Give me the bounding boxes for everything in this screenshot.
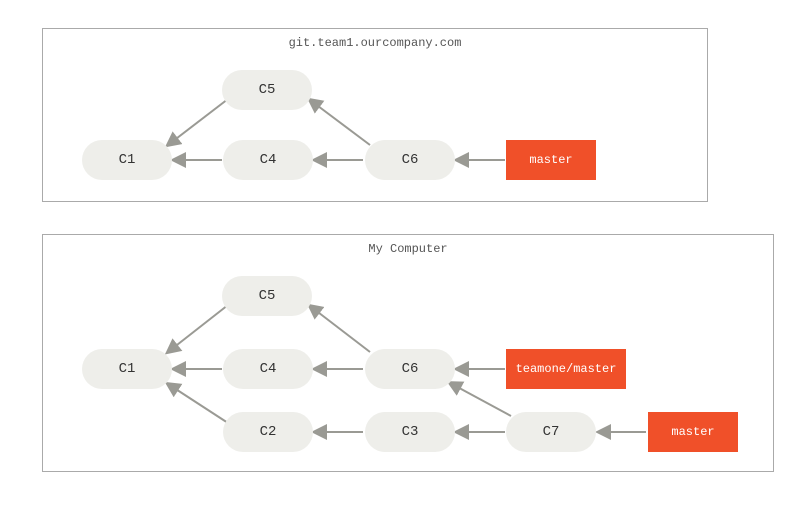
commit-label: C1 [119,152,136,168]
server-commit-c1: C1 [82,140,172,180]
local-commit-c1: C1 [82,349,172,389]
commit-label: C3 [402,424,419,440]
commit-label: C5 [259,288,276,304]
local-commit-c7: C7 [506,412,596,452]
local-branch-master: master [648,412,738,452]
commit-label: C4 [260,361,277,377]
commit-label: C6 [402,152,419,168]
local-commit-c6: C6 [365,349,455,389]
commit-label: C5 [259,82,276,98]
server-commit-c5: C5 [222,70,312,110]
panel-server-title: git.team1.ourcompany.com [42,36,708,50]
server-commit-c6: C6 [365,140,455,180]
diagram-stage: git.team1.ourcompany.com C5 C1 C4 C6 mas… [0,0,800,507]
branch-label: teamone/master [516,362,617,376]
local-commit-c4: C4 [223,349,313,389]
server-commit-c4: C4 [223,140,313,180]
local-commit-c5: C5 [222,276,312,316]
local-commit-c2: C2 [223,412,313,452]
local-commit-c3: C3 [365,412,455,452]
commit-label: C1 [119,361,136,377]
panel-local-title: My Computer [42,242,774,256]
commit-label: C7 [543,424,560,440]
branch-label: master [529,153,572,167]
local-branch-teamone-master: teamone/master [506,349,626,389]
commit-label: C6 [402,361,419,377]
branch-label: master [671,425,714,439]
commit-label: C2 [260,424,277,440]
server-branch-master: master [506,140,596,180]
commit-label: C4 [260,152,277,168]
